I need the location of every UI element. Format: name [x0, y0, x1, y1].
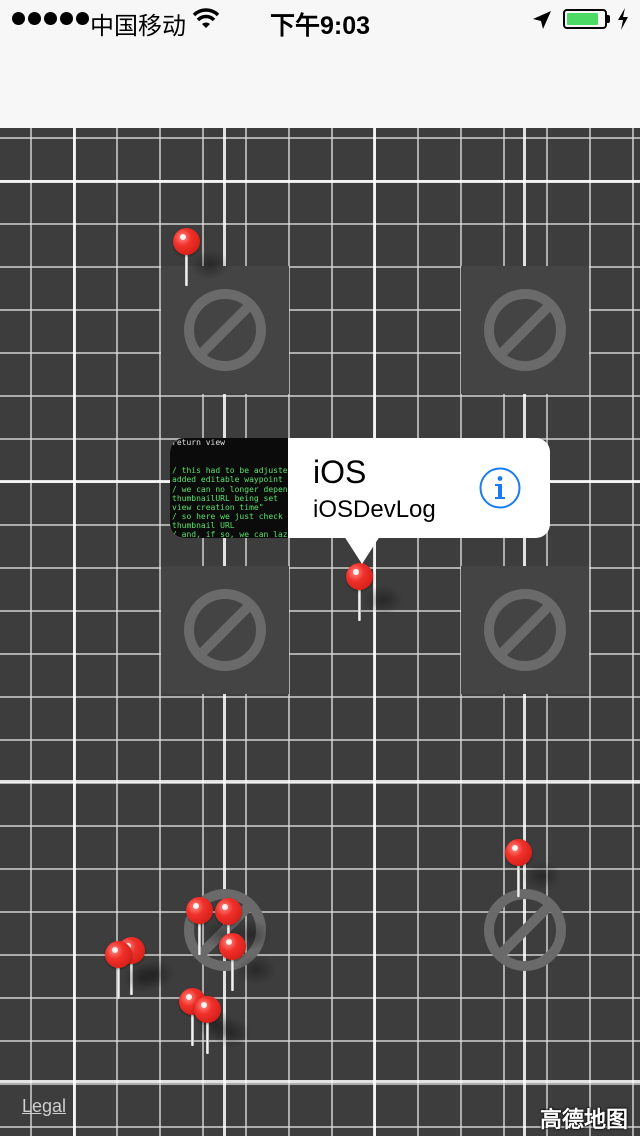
battery-icon — [563, 9, 607, 29]
no-entry-icon — [184, 589, 266, 671]
map-pin-icon[interactable] — [172, 228, 230, 288]
info-icon[interactable] — [478, 466, 522, 510]
location-arrow-icon — [533, 11, 551, 29]
thumbnail-code-line: / and, if so, we can lazily — [172, 530, 288, 538]
no-entry-icon — [184, 289, 266, 371]
map-pin-icon[interactable] — [345, 563, 403, 623]
callout-thumbnail: return view / this had to be adjusted ad… — [170, 438, 288, 538]
battery-tip — [607, 15, 610, 23]
annotation-callout[interactable]: return view / this had to be adjusted ad… — [170, 438, 550, 564]
screen: 中国移动 下午9:03 return view / this had to be… — [0, 0, 640, 1136]
map-pin-icon[interactable] — [104, 941, 162, 1001]
thumbnail-code-line: added editable waypoint — [172, 475, 283, 484]
amap-logo: 高德地图 — [540, 1107, 629, 1132]
thumbnail-code-line: / so here we just check to — [172, 512, 288, 521]
no-entry-icon — [484, 289, 566, 371]
missing-tile — [461, 566, 589, 694]
map-view[interactable] — [0, 128, 640, 1136]
map-pin-icon[interactable] — [504, 839, 562, 899]
legal-link[interactable]: Legal — [22, 1096, 66, 1117]
thumbnail-code-line: return view — [172, 438, 225, 447]
thumbnail-code-line: thumbnailURL being set — [172, 494, 278, 503]
no-entry-icon — [484, 889, 566, 971]
battery-fill — [567, 13, 598, 25]
map-pin-icon[interactable] — [193, 996, 251, 1056]
navigation-bar — [0, 40, 640, 129]
thumbnail-code-line: / this had to be adjusted — [172, 466, 288, 475]
map-pin-icon[interactable] — [185, 897, 243, 957]
missing-tile — [161, 566, 289, 694]
thumbnail-code-line: view creation time" — [172, 503, 264, 512]
callout-subtitle: iOSDevLog — [313, 496, 436, 523]
missing-tile — [461, 266, 589, 394]
status-bar: 中国移动 下午9:03 — [0, 0, 640, 40]
callout-title: iOS — [313, 454, 367, 490]
no-entry-icon — [484, 589, 566, 671]
map-pin-icon[interactable] — [218, 933, 276, 993]
thumbnail-code-line: / we can no longer depend — [172, 485, 288, 494]
callout-arrow — [344, 536, 380, 564]
thumbnail-code-line: thumbnail URL — [172, 521, 235, 530]
charging-icon — [618, 8, 628, 30]
